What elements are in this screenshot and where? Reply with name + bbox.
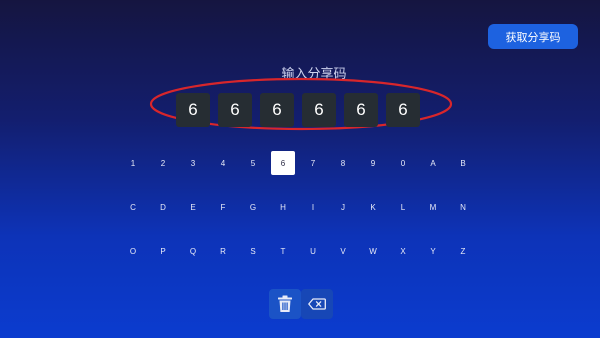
keyboard-key-q[interactable]: Q xyxy=(181,239,205,263)
clear-all-button[interactable] xyxy=(269,289,301,319)
keyboard-key-c[interactable]: C xyxy=(121,195,145,219)
keyboard-key-p[interactable]: P xyxy=(151,239,175,263)
keyboard-key-m[interactable]: M xyxy=(421,195,445,219)
keyboard-key-a[interactable]: A xyxy=(421,151,445,175)
code-digit-box[interactable]: 6 xyxy=(386,93,420,127)
keyboard-key-x[interactable]: X xyxy=(391,239,415,263)
keyboard-key-u[interactable]: U xyxy=(301,239,325,263)
code-digit-box[interactable]: 6 xyxy=(218,93,252,127)
code-digit-box[interactable]: 6 xyxy=(176,93,210,127)
keyboard-key-8[interactable]: 8 xyxy=(331,151,355,175)
keyboard-key-l[interactable]: L xyxy=(391,195,415,219)
keyboard-key-7[interactable]: 7 xyxy=(301,151,325,175)
keyboard-key-k[interactable]: K xyxy=(361,195,385,219)
keyboard-key-z[interactable]: Z xyxy=(451,239,475,263)
code-input-row[interactable]: 6 6 6 6 6 6 xyxy=(176,93,420,127)
on-screen-keyboard: 1234567890AB CDEFGHIJKLMN OPQRSTUVWXYZ xyxy=(118,151,478,264)
keyboard-key-6[interactable]: 6 xyxy=(271,151,295,175)
enter-share-code-title: 输入分享码 xyxy=(281,66,347,81)
code-digit-box[interactable]: 6 xyxy=(344,93,378,127)
keyboard-key-o[interactable]: O xyxy=(121,239,145,263)
keyboard-key-s[interactable]: S xyxy=(241,239,265,263)
keyboard-key-5[interactable]: 5 xyxy=(241,151,265,175)
keyboard-key-w[interactable]: W xyxy=(361,239,385,263)
get-share-code-button[interactable]: 获取分享码 xyxy=(488,24,578,49)
keyboard-key-e[interactable]: E xyxy=(181,195,205,219)
keyboard-key-y[interactable]: Y xyxy=(421,239,445,263)
keyboard-key-1[interactable]: 1 xyxy=(121,151,145,175)
code-digit-box[interactable]: 6 xyxy=(302,93,336,127)
keyboard-key-d[interactable]: D xyxy=(151,195,175,219)
backspace-icon xyxy=(308,298,326,310)
backspace-button[interactable] xyxy=(301,289,333,319)
keyboard-key-2[interactable]: 2 xyxy=(151,151,175,175)
keyboard-key-0[interactable]: 0 xyxy=(391,151,415,175)
keyboard-key-g[interactable]: G xyxy=(241,195,265,219)
keyboard-key-i[interactable]: I xyxy=(301,195,325,219)
keyboard-key-v[interactable]: V xyxy=(331,239,355,263)
keyboard-key-n[interactable]: N xyxy=(451,195,475,219)
keyboard-key-9[interactable]: 9 xyxy=(361,151,385,175)
code-digit-box[interactable]: 6 xyxy=(260,93,294,127)
keyboard-key-3[interactable]: 3 xyxy=(181,151,205,175)
keyboard-key-r[interactable]: R xyxy=(211,239,235,263)
keyboard-key-f[interactable]: F xyxy=(211,195,235,219)
keyboard-key-b[interactable]: B xyxy=(451,151,475,175)
keyboard-key-4[interactable]: 4 xyxy=(211,151,235,175)
keyboard-key-j[interactable]: J xyxy=(331,195,355,219)
keyboard-key-h[interactable]: H xyxy=(271,195,295,219)
trash-icon xyxy=(278,295,292,312)
keyboard-key-t[interactable]: T xyxy=(271,239,295,263)
